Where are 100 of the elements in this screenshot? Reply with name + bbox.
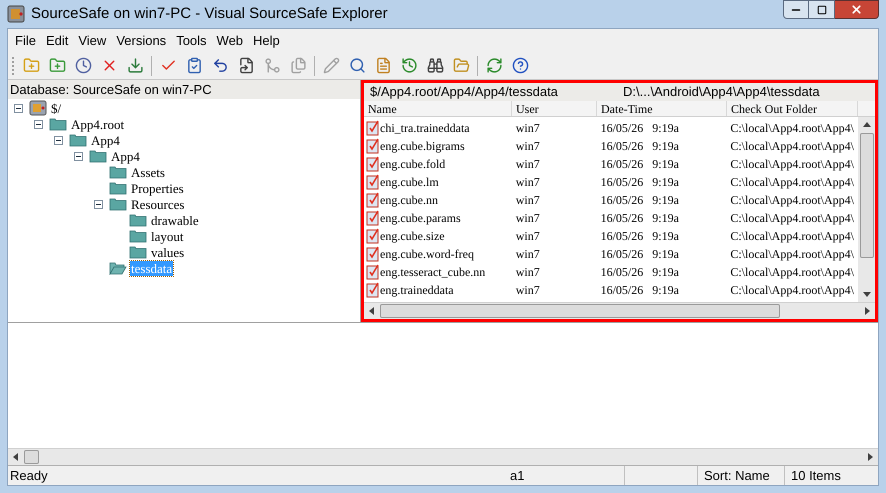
- clock-icon: [74, 57, 92, 74]
- scroll-thumb[interactable]: [860, 133, 874, 258]
- menu-item[interactable]: File: [15, 30, 36, 50]
- table-cell-text: win7: [516, 210, 540, 227]
- database-label: Database: SourceSafe on win7-PC: [10, 80, 212, 99]
- column-header[interactable]: Date-Time: [597, 101, 727, 116]
- tree-item[interactable]: App4: [110, 148, 141, 164]
- menu-item[interactable]: Web: [216, 30, 244, 50]
- tree-item[interactable]: App4.root: [70, 116, 126, 132]
- collapse-toggle[interactable]: [34, 120, 43, 128]
- file-name[interactable]: eng.tesseract_cube.nn: [380, 263, 486, 281]
- scroll-thumb[interactable]: [380, 304, 780, 318]
- table-cell-text: C:\local\App4.root\App4\: [730, 228, 854, 245]
- working-folder-path: D:\...\Android\App4\App4\tessdata: [623, 83, 820, 102]
- tree-item[interactable]: Assets: [130, 164, 166, 180]
- menu-item[interactable]: View: [78, 30, 106, 50]
- table-cell-text: 16/05/26 9:19a: [600, 282, 679, 299]
- file-name[interactable]: eng.cube.word-freq: [380, 245, 474, 263]
- collapse-toggle[interactable]: [94, 200, 103, 208]
- toolbar-button[interactable]: [73, 56, 93, 76]
- table-cell-text: C:\local\App4.root\App4\: [730, 156, 854, 173]
- checked-out-file-icon: [366, 210, 380, 226]
- maximize-button[interactable]: [809, 0, 835, 19]
- close-button[interactable]: [835, 0, 879, 19]
- column-header[interactable]: User: [512, 101, 597, 116]
- download-icon: [126, 57, 144, 74]
- safe-icon: [29, 100, 47, 116]
- collapse-toggle[interactable]: [54, 136, 63, 144]
- folder-icon: [109, 197, 127, 211]
- maximize-icon: [816, 4, 826, 14]
- file-name[interactable]: eng.cube.bigrams: [380, 137, 465, 155]
- horizontal-scrollbar[interactable]: [364, 302, 875, 319]
- checked-out-file-icon: [366, 120, 380, 136]
- menu-item[interactable]: Edit: [46, 30, 68, 50]
- table-cell-text: 16/05/26 9:19a: [600, 264, 679, 281]
- document-icon: [374, 57, 392, 74]
- folder-icon: [129, 213, 147, 227]
- table-cell-text: win7: [516, 192, 540, 209]
- table-cell-text: C:\local\App4.root\App4\: [730, 210, 854, 227]
- collapse-toggle[interactable]: [14, 104, 23, 112]
- file-name[interactable]: eng.cube.params: [380, 209, 461, 227]
- tree-item[interactable]: drawable: [150, 212, 200, 228]
- app-icon: [7, 5, 25, 23]
- file-name[interactable]: chi_tra.traineddata: [380, 119, 470, 137]
- table-cell-text: C:\local\App4.root\App4\: [730, 138, 854, 155]
- column-header[interactable]: Check Out Folder: [727, 101, 858, 116]
- sort-status: Sort: Name: [698, 466, 785, 486]
- file-name[interactable]: eng.cube.lm: [380, 173, 439, 191]
- file-name[interactable]: eng.traineddata: [380, 281, 454, 299]
- merge-icon: [264, 57, 280, 74]
- table-cell-text: 16/05/26 9:19a: [600, 120, 679, 137]
- menu-item[interactable]: Versions: [116, 30, 166, 50]
- tree-item[interactable]: Properties: [130, 180, 185, 196]
- new-folder-icon: [22, 57, 40, 74]
- folder-icon: [129, 229, 147, 243]
- file-name[interactable]: eng.cube.nn: [380, 191, 438, 209]
- toolbar-button[interactable]: [425, 56, 445, 76]
- minimize-button[interactable]: [783, 0, 809, 19]
- table-cell-text: win7: [516, 120, 540, 137]
- table-cell-text: 16/05/26 9:19a: [600, 228, 679, 245]
- search-icon: [348, 57, 366, 74]
- tree-item[interactable]: Resources: [130, 196, 186, 212]
- vertical-scrollbar[interactable]: [858, 117, 875, 302]
- tree-item[interactable]: App4: [90, 132, 121, 148]
- table-cell-text: 16/05/26 9:19a: [600, 246, 679, 263]
- scroll-thumb[interactable]: [24, 450, 39, 464]
- folder-icon: [109, 165, 127, 179]
- checked-out-file-icon: [366, 138, 380, 154]
- table-cell-text: win7: [516, 246, 540, 263]
- status-user: a1: [448, 466, 625, 486]
- table-cell-text: win7: [516, 174, 540, 191]
- project-path: $/App4.root/App4/App4/tessdata: [370, 83, 559, 102]
- table-cell-text: win7: [516, 138, 540, 155]
- tree-item[interactable]: values: [150, 244, 186, 260]
- folder-icon: [452, 57, 470, 74]
- table-cell-text: win7: [516, 228, 540, 245]
- checked-out-file-icon: [366, 264, 380, 280]
- folder-icon: [69, 133, 87, 147]
- pencil-icon: [322, 57, 340, 74]
- checked-out-file-icon: [366, 192, 380, 208]
- help-icon: [512, 57, 528, 74]
- collapse-toggle[interactable]: [74, 152, 83, 160]
- horizontal-scrollbar[interactable]: [8, 448, 878, 465]
- window-title: SourceSafe on win7-PC - Visual SourceSafe Explorer: [31, 4, 388, 24]
- binoculars-icon: [426, 57, 444, 74]
- checked-out-file-icon: [366, 282, 380, 298]
- undo-icon: [212, 57, 228, 74]
- file-name[interactable]: eng.cube.size: [380, 227, 445, 245]
- file-name[interactable]: eng.cube.fold: [380, 155, 446, 173]
- menu-item[interactable]: Help: [253, 30, 280, 50]
- table-cell-text: C:\local\App4.root\App4\: [730, 174, 854, 191]
- table-cell-text: win7: [516, 264, 540, 281]
- tree-item[interactable]: $/: [50, 100, 62, 116]
- column-header[interactable]: Name: [364, 101, 512, 116]
- toolbar-button[interactable]: [510, 56, 530, 76]
- tree-item[interactable]: layout: [150, 228, 184, 244]
- close-icon: [850, 3, 863, 16]
- folder-icon: [89, 149, 107, 163]
- table-cell-text: C:\local\App4.root\App4\: [730, 264, 854, 281]
- menu-item[interactable]: Tools: [176, 30, 207, 50]
